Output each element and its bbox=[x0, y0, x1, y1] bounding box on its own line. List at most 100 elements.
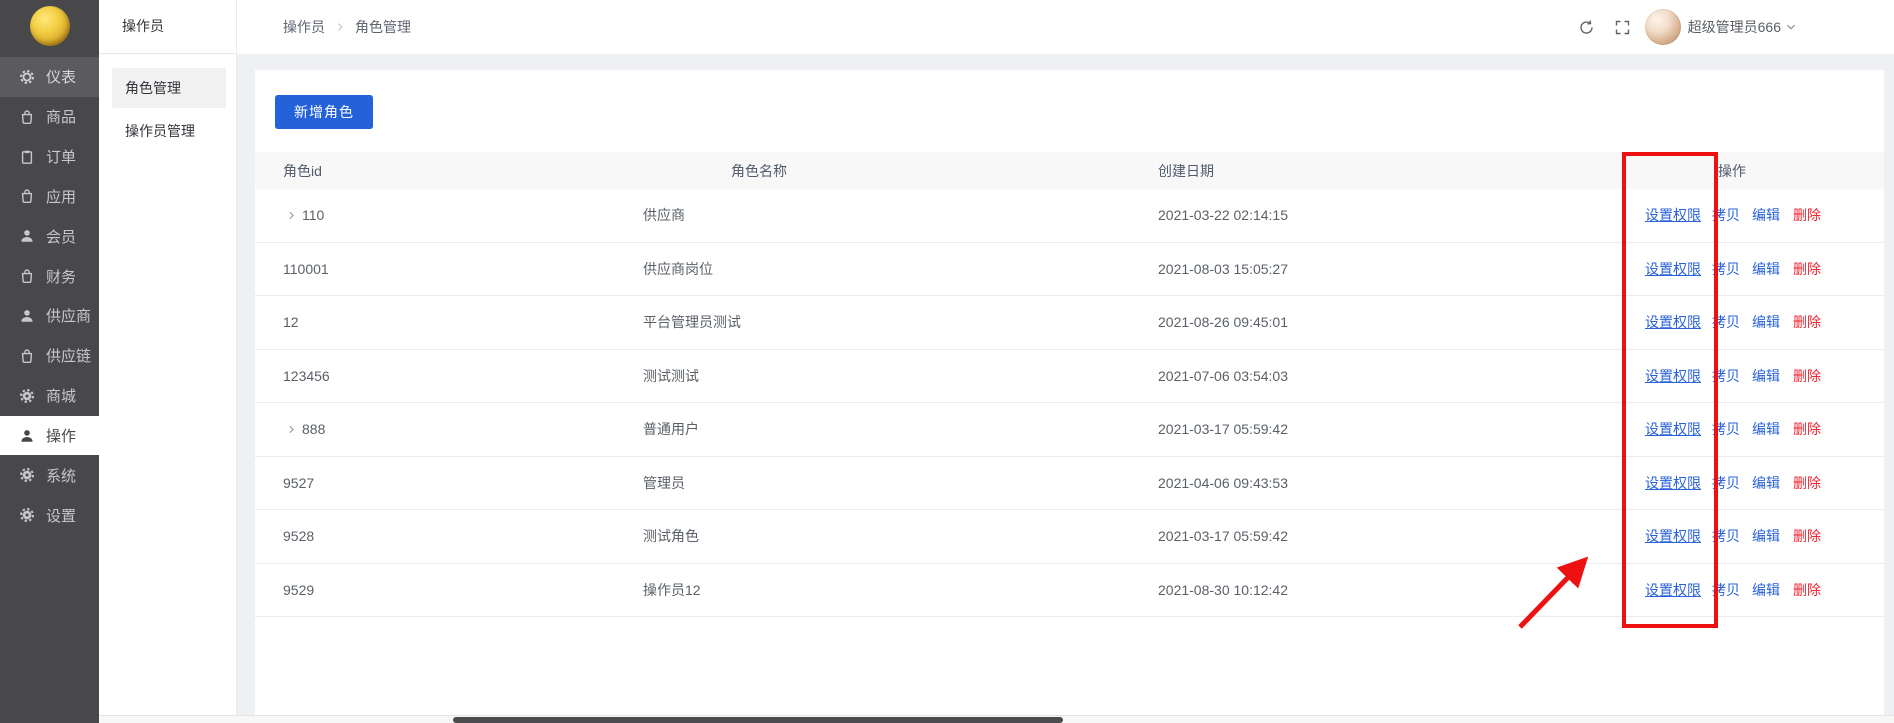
sidebar-item-1[interactable]: 商品 bbox=[0, 97, 99, 137]
refresh-icon[interactable] bbox=[1578, 19, 1595, 36]
cell-action-0: 设置权限 bbox=[1645, 189, 1701, 242]
sidebar-item-5[interactable]: 财务 bbox=[0, 256, 99, 296]
submenu-item-1[interactable]: 操作员管理 bbox=[112, 111, 226, 151]
clipboard-icon bbox=[19, 149, 35, 165]
cell-role-name: 测试测试 bbox=[643, 350, 699, 403]
delete-link[interactable]: 删除 bbox=[1793, 526, 1821, 546]
cell-created-date: 2021-04-06 09:43:53 bbox=[1158, 457, 1288, 510]
bag-icon bbox=[19, 348, 35, 364]
copy-link[interactable]: 拷贝 bbox=[1712, 580, 1740, 600]
set-permissions-link[interactable]: 设置权限 bbox=[1645, 580, 1701, 600]
cell-action-2: 编辑 bbox=[1752, 296, 1780, 349]
column-header-role-id: 角色id bbox=[283, 152, 322, 189]
set-permissions-link[interactable]: 设置权限 bbox=[1645, 366, 1701, 386]
delete-link[interactable]: 删除 bbox=[1793, 312, 1821, 332]
bag-icon bbox=[19, 109, 35, 125]
column-header-actions: 操作 bbox=[1718, 152, 1746, 189]
set-permissions-link[interactable]: 设置权限 bbox=[1645, 526, 1701, 546]
set-permissions-link[interactable]: 设置权限 bbox=[1645, 259, 1701, 279]
sidebar-item-9[interactable]: 操作 bbox=[0, 416, 99, 456]
copy-link[interactable]: 拷贝 bbox=[1712, 366, 1740, 386]
user-menu[interactable]: 超级管理员666 bbox=[1688, 17, 1797, 37]
delete-link[interactable]: 删除 bbox=[1793, 259, 1821, 279]
copy-link[interactable]: 拷贝 bbox=[1712, 473, 1740, 493]
sidebar-item-label: 订单 bbox=[46, 146, 76, 167]
table-card: 新增角色 角色id 角色名称 创建日期 操作 110供应商2021-03-22 … bbox=[255, 70, 1884, 716]
set-permissions-link[interactable]: 设置权限 bbox=[1645, 205, 1701, 225]
sidebar-item-3[interactable]: 应用 bbox=[0, 177, 99, 217]
sidebar-item-label: 商品 bbox=[46, 106, 76, 127]
sidebar-item-7[interactable]: 供应链 bbox=[0, 336, 99, 376]
cell-action-3: 删除 bbox=[1793, 243, 1821, 296]
cell-role-name: 普通用户 bbox=[643, 403, 699, 456]
cell-role-name: 平台管理员测试 bbox=[643, 296, 741, 349]
edit-link[interactable]: 编辑 bbox=[1752, 580, 1780, 600]
sidebar-item-2[interactable]: 订单 bbox=[0, 137, 99, 177]
cell-action-0: 设置权限 bbox=[1645, 350, 1701, 403]
cell-action-0: 设置权限 bbox=[1645, 243, 1701, 296]
table-header: 角色id 角色名称 创建日期 操作 bbox=[255, 152, 1884, 189]
copy-link[interactable]: 拷贝 bbox=[1712, 312, 1740, 332]
cell-role-name: 管理员 bbox=[643, 457, 685, 510]
cell-role-id: 9529 bbox=[283, 564, 314, 617]
cell-role-id: 110001 bbox=[283, 243, 329, 296]
copy-link[interactable]: 拷贝 bbox=[1712, 526, 1740, 546]
sidebar-item-0[interactable]: 仪表 bbox=[0, 57, 99, 97]
copy-link[interactable]: 拷贝 bbox=[1712, 259, 1740, 279]
cell-created-date: 2021-08-03 15:05:27 bbox=[1158, 243, 1288, 296]
sidebar-item-6[interactable]: 供应商 bbox=[0, 296, 99, 336]
cell-role-id: 9528 bbox=[283, 510, 314, 563]
table-row: 110001供应商岗位2021-08-03 15:05:27设置权限拷贝编辑删除 bbox=[255, 243, 1884, 297]
delete-link[interactable]: 删除 bbox=[1793, 473, 1821, 493]
sidebar-item-11[interactable]: 设置 bbox=[0, 495, 99, 535]
copy-link[interactable]: 拷贝 bbox=[1712, 205, 1740, 225]
submenu-item-0[interactable]: 角色管理 bbox=[112, 68, 226, 108]
delete-link[interactable]: 删除 bbox=[1793, 366, 1821, 386]
expand-row-icon[interactable] bbox=[286, 403, 297, 456]
sidebar-item-10[interactable]: 系统 bbox=[0, 455, 99, 495]
edit-link[interactable]: 编辑 bbox=[1752, 366, 1780, 386]
cell-created-date: 2021-03-17 05:59:42 bbox=[1158, 403, 1288, 456]
table-row: 110供应商2021-03-22 02:14:15设置权限拷贝编辑删除 bbox=[255, 189, 1884, 243]
set-permissions-link[interactable]: 设置权限 bbox=[1645, 419, 1701, 439]
edit-link[interactable]: 编辑 bbox=[1752, 312, 1780, 332]
expand-row-icon[interactable] bbox=[286, 189, 297, 242]
cell-action-2: 编辑 bbox=[1752, 457, 1780, 510]
cell-action-3: 删除 bbox=[1793, 457, 1821, 510]
sidebar-item-label: 设置 bbox=[46, 505, 76, 526]
user-avatar[interactable] bbox=[1645, 9, 1681, 45]
cell-created-date: 2021-08-30 10:12:42 bbox=[1158, 564, 1288, 617]
cell-created-date: 2021-08-26 09:45:01 bbox=[1158, 296, 1288, 349]
edit-link[interactable]: 编辑 bbox=[1752, 473, 1780, 493]
cell-role-id: 888 bbox=[302, 403, 325, 456]
cell-role-name: 测试角色 bbox=[643, 510, 699, 563]
edit-link[interactable]: 编辑 bbox=[1752, 259, 1780, 279]
horizontal-scrollbar[interactable] bbox=[99, 715, 1894, 723]
cell-action-2: 编辑 bbox=[1752, 510, 1780, 563]
delete-link[interactable]: 删除 bbox=[1793, 580, 1821, 600]
delete-link[interactable]: 删除 bbox=[1793, 419, 1821, 439]
sidebar-item-8[interactable]: 商城 bbox=[0, 376, 99, 416]
set-permissions-link[interactable]: 设置权限 bbox=[1645, 473, 1701, 493]
cell-action-0: 设置权限 bbox=[1645, 510, 1701, 563]
main-sidebar: 仪表商品订单应用会员财务供应商供应链商城操作系统设置 bbox=[0, 0, 99, 723]
chevron-right-icon bbox=[334, 21, 346, 33]
table-body: 110供应商2021-03-22 02:14:15设置权限拷贝编辑删除11000… bbox=[255, 189, 1884, 617]
edit-link[interactable]: 编辑 bbox=[1752, 526, 1780, 546]
delete-link[interactable]: 删除 bbox=[1793, 205, 1821, 225]
cell-action-1: 拷贝 bbox=[1712, 243, 1740, 296]
cell-action-2: 编辑 bbox=[1752, 564, 1780, 617]
copy-link[interactable]: 拷贝 bbox=[1712, 419, 1740, 439]
edit-link[interactable]: 编辑 bbox=[1752, 419, 1780, 439]
sidebar-item-4[interactable]: 会员 bbox=[0, 216, 99, 256]
cell-action-0: 设置权限 bbox=[1645, 296, 1701, 349]
fullscreen-icon[interactable] bbox=[1614, 19, 1631, 36]
cell-role-name: 供应商 bbox=[643, 189, 685, 242]
add-role-button[interactable]: 新增角色 bbox=[275, 95, 373, 129]
breadcrumb-parent[interactable]: 操作员 bbox=[283, 17, 325, 37]
set-permissions-link[interactable]: 设置权限 bbox=[1645, 312, 1701, 332]
cell-action-3: 删除 bbox=[1793, 189, 1821, 242]
app-logo[interactable] bbox=[30, 6, 70, 46]
edit-link[interactable]: 编辑 bbox=[1752, 205, 1780, 225]
scrollbar-thumb[interactable] bbox=[453, 717, 1063, 723]
